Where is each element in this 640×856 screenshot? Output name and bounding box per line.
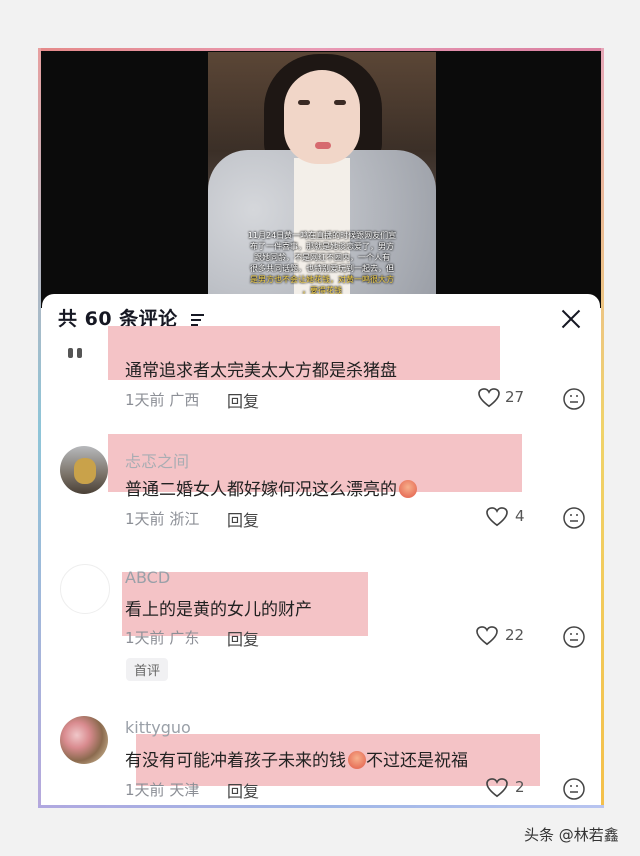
like-count: 4 <box>515 507 525 525</box>
comment-text: 通常追求者太完美太大方都是杀猪盘 <box>125 361 397 381</box>
comment-text-part: 不过还是祝福 <box>366 751 468 771</box>
video-person-eye <box>334 100 346 105</box>
laughing-emoji-icon <box>348 751 366 769</box>
comment-time: 1天前 <box>125 781 165 799</box>
heart-icon[interactable] <box>486 778 508 798</box>
like-count: 2 <box>515 778 525 796</box>
comment-meta: 1天前 广东 <box>125 627 199 648</box>
like-count: 27 <box>505 388 525 406</box>
video-person-face <box>284 70 360 164</box>
caption-line: 很多共同话题，也特别爱玩到一起去，但 <box>250 264 394 273</box>
emoji-reaction-icon[interactable] <box>563 626 585 648</box>
heart-icon[interactable] <box>476 626 498 646</box>
reply-button[interactable]: 回复 <box>227 507 259 531</box>
emoji-reaction-icon[interactable] <box>563 388 585 410</box>
comment-username[interactable]: 忐忑之间 <box>125 448 189 472</box>
comment-location: 广西 <box>169 391 200 409</box>
first-comment-badge: 首评 <box>126 658 169 681</box>
screenshot-frame: 11月24日黄一鸣在直播的时候跟网友们宣 布了一件喜事，那就是她谈恋爱了，男方 … <box>38 48 604 808</box>
caption-line: 跟她同龄，不是网红不圈内，一个人有 <box>254 253 390 262</box>
laughing-emoji-icon <box>399 480 417 498</box>
frame-border-top <box>38 48 604 51</box>
frame-border-bottom <box>38 805 604 808</box>
avatar[interactable] <box>60 716 108 764</box>
comment-meta: 1天前 广西 <box>125 389 199 410</box>
video-caption: 11月24日黄一鸣在直播的时候跟网友们宣 布了一件喜事，那就是她谈恋爱了，男方 … <box>218 230 426 296</box>
comment-meta: 1天前 浙江 <box>125 508 199 529</box>
comment-time: 1天前 <box>125 510 165 528</box>
avatar[interactable] <box>62 342 102 358</box>
comment-time: 1天前 <box>125 391 165 409</box>
comment-text: 普通二婚女人都好嫁何况这么漂亮的 <box>125 475 417 500</box>
frame-border-right <box>601 48 604 808</box>
caption-line: 布了一件喜事，那就是她谈恋爱了，男方 <box>250 242 394 251</box>
comment-location: 广东 <box>169 629 200 647</box>
frame-border-left <box>38 48 41 808</box>
comment-meta: 1天前 天津 <box>125 779 199 800</box>
video-person-eye <box>298 100 310 105</box>
like-count: 22 <box>505 626 525 644</box>
reply-button[interactable]: 回复 <box>227 388 259 412</box>
emoji-reaction-icon[interactable] <box>563 507 585 529</box>
video-player[interactable]: 11月24日黄一鸣在直播的时候跟网友们宣 布了一件喜事，那就是她谈恋爱了，男方 … <box>38 48 604 308</box>
comment-text: 有没有可能冲着孩子未来的钱 不过还是祝福 <box>125 746 468 771</box>
comment-time: 1天前 <box>125 629 165 647</box>
heart-icon[interactable] <box>478 388 500 408</box>
caption-line: 是男方也不会让她花钱，对黄一鸣很大方 <box>250 275 394 284</box>
comment-location: 天津 <box>169 781 200 799</box>
comment-text: 看上的是黄的女儿的财产 <box>125 600 312 620</box>
video-thumbnail: 11月24日黄一鸣在直播的时候跟网友们宣 布了一件喜事，那就是她谈恋爱了，男方 … <box>208 52 436 300</box>
reply-button[interactable]: 回复 <box>227 626 259 650</box>
close-icon[interactable] <box>560 308 582 330</box>
heart-icon[interactable] <box>486 507 508 527</box>
caption-line: 11月24日黄一鸣在直播的时候跟网友们宣 <box>247 231 397 240</box>
avatar[interactable] <box>60 564 110 614</box>
comment-text-body: 普通二婚女人都好嫁何况这么漂亮的 <box>125 480 397 500</box>
comment-text-part: 有没有可能冲着孩子未来的钱 <box>125 751 346 771</box>
comments-panel: 共 60 条评论 通常追求者太完美太大方都是杀猪盘 1天前 广西 回复 27 忐… <box>42 294 600 808</box>
source-watermark: 头条 @林若鑫 <box>524 826 619 844</box>
avatar[interactable] <box>60 446 108 494</box>
reply-button[interactable]: 回复 <box>227 778 259 802</box>
comment-username[interactable]: ABCD <box>125 568 170 587</box>
emoji-reaction-icon[interactable] <box>563 778 585 800</box>
comment-location: 浙江 <box>169 510 200 528</box>
video-person-lips <box>315 142 331 149</box>
comment-username[interactable]: kittyguo <box>125 718 191 737</box>
